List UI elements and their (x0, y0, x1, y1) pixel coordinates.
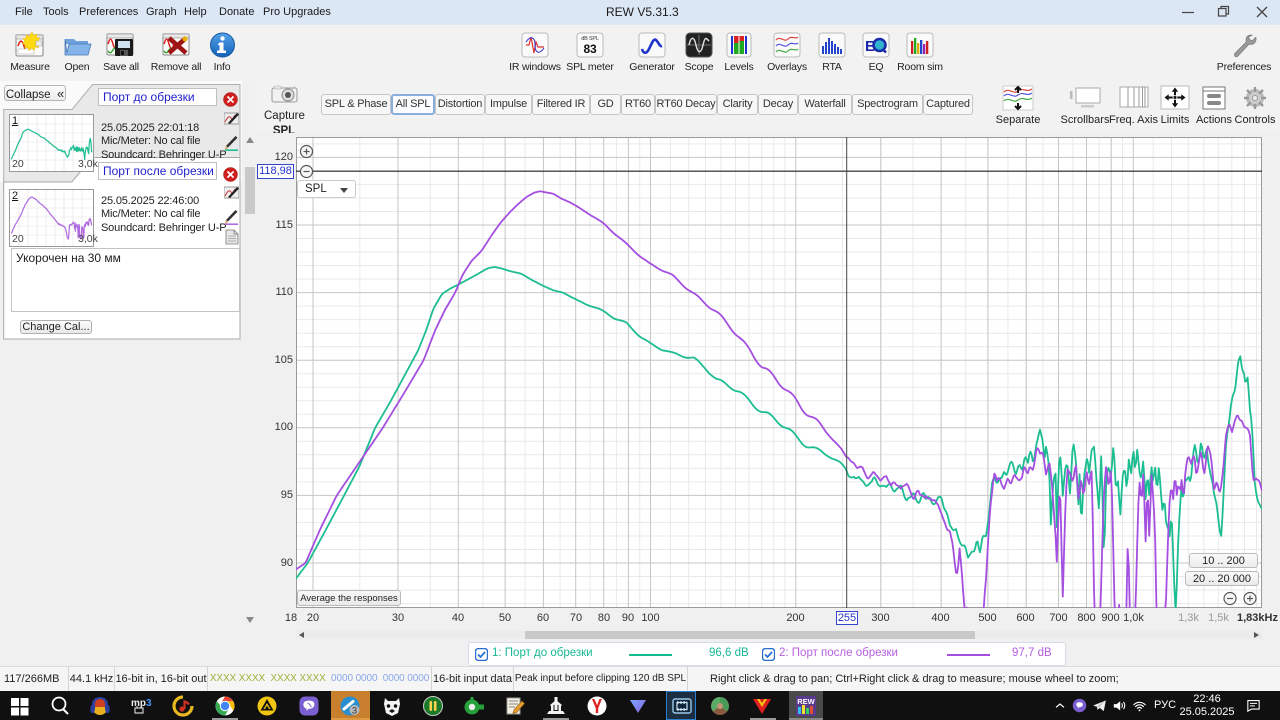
svg-text:mp3: mp3 (131, 698, 152, 709)
svg-text:3: 3 (352, 706, 357, 717)
svg-text:REW: REW (797, 697, 815, 706)
svg-text:83: 83 (584, 42, 597, 56)
